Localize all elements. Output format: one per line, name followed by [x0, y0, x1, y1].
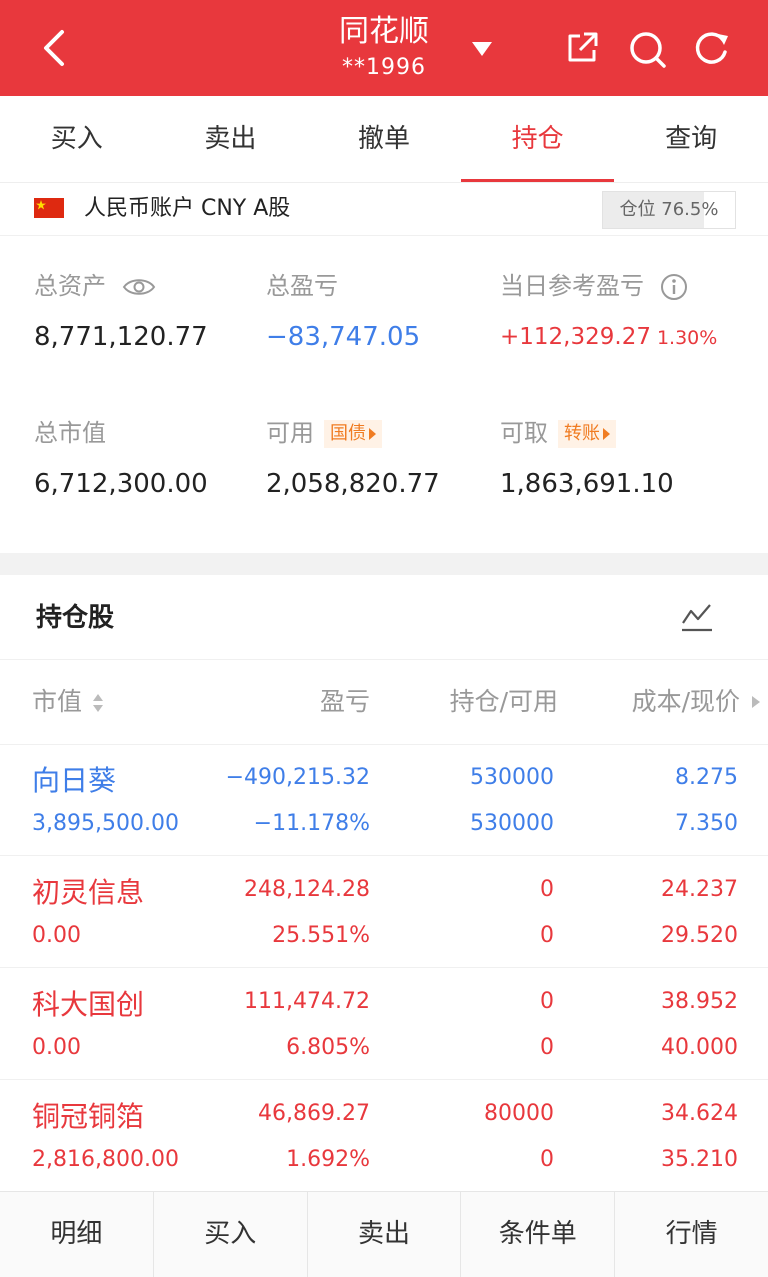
market-value-value: 6,712,300.00 [34, 469, 208, 499]
stock-position: 530000 [470, 765, 554, 790]
stock-pl-pct: 25.551% [272, 923, 370, 948]
daily-pl-percent: 1.30% [656, 327, 718, 349]
account-bar: 人民币账户 CNY A股 仓位 76.5% [0, 183, 768, 236]
stock-pl: 111,474.72 [244, 989, 370, 1014]
total-assets-label: 总资产 [34, 270, 156, 302]
tab-sell[interactable]: 卖出 [154, 96, 308, 182]
stock-pl-pct: 1.692% [286, 1147, 370, 1172]
stock-market-value: 2,816,800.00 [32, 1147, 179, 1172]
stock-position: 80000 [484, 1101, 554, 1126]
stock-pl-pct: 6.805% [286, 1035, 370, 1060]
col-position[interactable]: 持仓/可用 [420, 660, 558, 744]
refresh-icon[interactable] [692, 30, 730, 68]
stock-market-value: 3,895,500.00 [32, 811, 179, 836]
col-cost-price[interactable]: 成本/现价 [596, 660, 740, 744]
stock-position: 0 [540, 989, 554, 1014]
stock-pl: −490,215.32 [225, 765, 370, 790]
dropdown-icon[interactable] [470, 40, 494, 58]
stock-price: 40.000 [661, 1035, 738, 1060]
holding-row[interactable]: 科大国创 0.00 111,474.72 6.805% 0 0 38.952 40.000 [0, 967, 768, 1080]
bond-tag-text: 国债 [330, 423, 366, 444]
available-label-text: 可用 [266, 419, 314, 447]
buy-button[interactable]: 买入 [154, 1192, 308, 1277]
withdrawable-label-text: 可取 [500, 419, 548, 447]
position-ratio-text: 仓位 76.5% [619, 199, 719, 220]
top-header: 同花顺 **1996 [0, 0, 768, 96]
details-button[interactable]: 明细 [0, 1192, 154, 1277]
tab-bar: 买入 卖出 撤单 持仓 查询 [0, 96, 768, 183]
col-market-value[interactable]: 市值 [32, 660, 104, 744]
total-pl-label: 总盈亏 [266, 272, 338, 300]
tab-buy[interactable]: 买入 [0, 96, 154, 182]
info-icon[interactable] [660, 273, 688, 301]
trend-chart-icon[interactable] [680, 601, 714, 633]
holdings-column-header: 市值 盈亏 持仓/可用 成本/现价 [0, 659, 768, 745]
available-value: 2,058,820.77 [266, 469, 440, 499]
stock-price: 35.210 [661, 1147, 738, 1172]
stock-available: 0 [540, 1035, 554, 1060]
tab-cancel-order[interactable]: 撤单 [307, 96, 461, 182]
stock-market-value: 0.00 [32, 923, 81, 948]
daily-pl-amount: +112,329.27 [500, 324, 651, 350]
stock-name: 初灵信息 [32, 876, 145, 909]
col-market-value-text: 市值 [32, 687, 83, 716]
market-value-label: 总市值 [34, 419, 106, 447]
market-quotes-button[interactable]: 行情 [615, 1192, 768, 1277]
holdings-title: 持仓股 [36, 603, 115, 633]
holdings-section: 持仓股 市值 盈亏 持仓/可用 成本/现价 向日葵 3,895,500.00 −49… [0, 575, 768, 1191]
scroll-right-icon[interactable] [750, 694, 762, 710]
transfer-tag-text: 转账 [564, 423, 600, 444]
stock-cost: 38.952 [661, 989, 738, 1014]
arrow-right-icon [369, 428, 376, 440]
daily-pl-label: 当日参考盈亏 [500, 270, 688, 302]
stock-name: 向日葵 [32, 764, 117, 797]
sort-icon [92, 694, 103, 712]
total-assets-value: 8,771,120.77 [34, 322, 208, 352]
available-label: 可用 国债 [266, 417, 382, 449]
conditional-order-button[interactable]: 条件单 [461, 1192, 616, 1277]
stock-market-value: 0.00 [32, 1035, 81, 1060]
share-icon[interactable] [564, 30, 600, 66]
account-type-label: 人民币账户 CNY A股 [84, 196, 291, 221]
stock-pl: 46,869.27 [258, 1101, 370, 1126]
stock-pl-pct: −11.178% [253, 811, 370, 836]
holding-row[interactable]: 初灵信息 0.00 248,124.28 25.551% 0 0 24.237 29.520 [0, 855, 768, 968]
account-summary: 人民币账户 CNY A股 仓位 76.5% 总资产 总盈亏 当日参考盈亏 8,7… [0, 183, 768, 553]
stock-position: 0 [540, 877, 554, 902]
arrow-right-icon [603, 428, 610, 440]
stock-price: 29.520 [661, 923, 738, 948]
search-icon[interactable] [628, 30, 668, 70]
tab-query[interactable]: 查询 [614, 96, 768, 182]
bond-tag-button[interactable]: 国债 [324, 420, 382, 448]
tab-positions[interactable]: 持仓 [460, 96, 615, 182]
total-pl-value: −83,747.05 [266, 322, 421, 352]
holding-row[interactable]: 铜冠铜箔 2,816,800.00 46,869.27 1.692% 80000 0 34.… [0, 1079, 768, 1191]
stock-price: 7.350 [675, 811, 738, 836]
sell-button[interactable]: 卖出 [308, 1192, 462, 1277]
stock-name: 科大国创 [32, 988, 145, 1021]
stock-available: 530000 [470, 811, 554, 836]
daily-pl-value: +112,329.27 1.30% [500, 320, 717, 355]
stock-cost: 34.624 [661, 1101, 738, 1126]
stock-pl: 248,124.28 [244, 877, 370, 902]
position-ratio-badge: 仓位 76.5% [602, 191, 736, 229]
eye-icon[interactable] [122, 276, 156, 298]
stock-available: 0 [540, 1147, 554, 1172]
transfer-tag-button[interactable]: 转账 [558, 420, 616, 448]
stock-available: 0 [540, 923, 554, 948]
holding-row[interactable]: 向日葵 3,895,500.00 −490,215.32 −11.178% 530000… [0, 743, 768, 856]
bottom-action-bar: 明细 买入 卖出 条件单 行情 [0, 1191, 768, 1277]
total-assets-label-text: 总资产 [34, 272, 106, 300]
stock-cost: 8.275 [675, 765, 738, 790]
withdrawable-value: 1,863,691.10 [500, 469, 674, 499]
stock-cost: 24.237 [661, 877, 738, 902]
daily-pl-label-text: 当日参考盈亏 [500, 272, 644, 300]
withdrawable-label: 可取 转账 [500, 417, 616, 449]
col-pl[interactable]: 盈亏 [250, 660, 370, 744]
stock-name: 铜冠铜箔 [32, 1100, 145, 1133]
cn-flag-icon [34, 198, 64, 218]
